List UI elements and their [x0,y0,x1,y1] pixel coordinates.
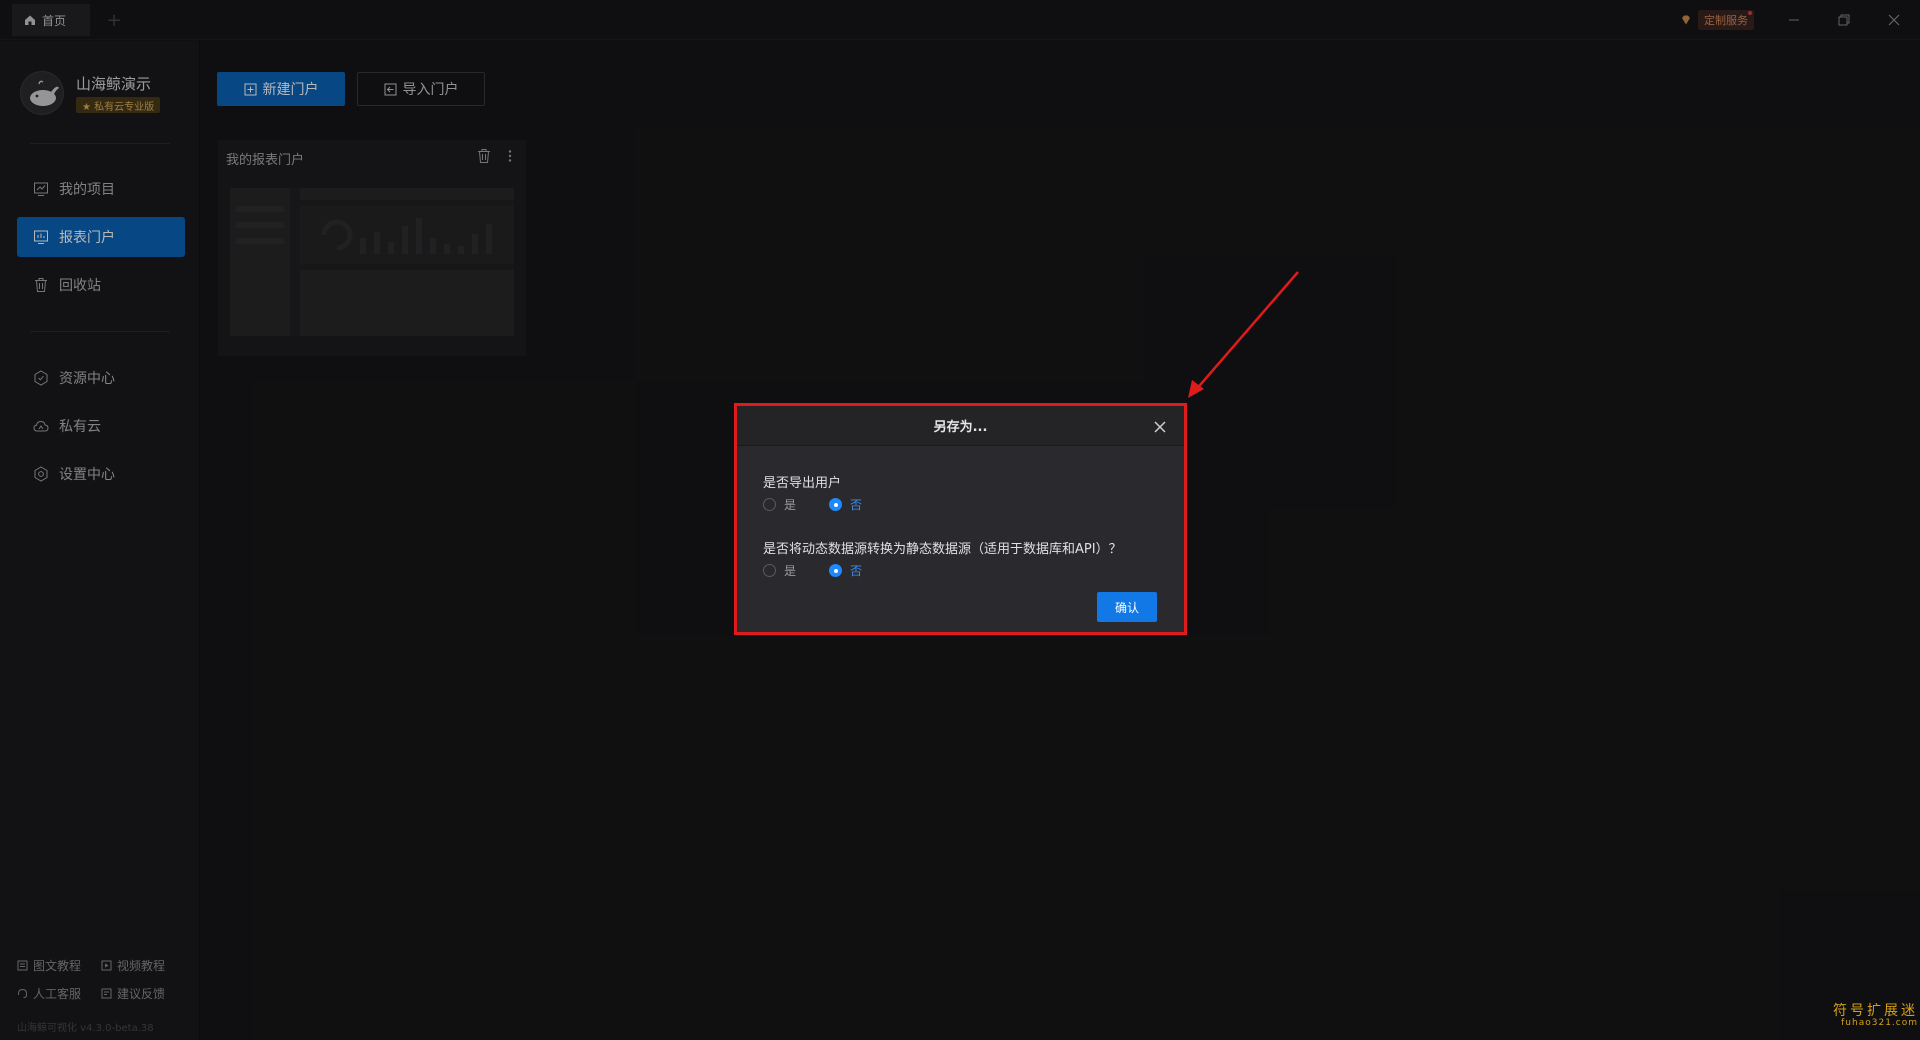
radio-label: 是 [784,564,797,578]
export-users-yes-radio[interactable]: 是 [763,496,796,513]
dialog-title: 另存为... [933,420,988,435]
radio-circle-checked [829,498,842,511]
radio-label: 否 [850,498,863,512]
export-users-question: 是否导出用户 [763,476,842,491]
convert-datasource-no-radio[interactable]: 否 [829,562,862,579]
radio-circle-checked [829,564,842,577]
radio-circle [763,564,776,577]
convert-datasource-question: 是否将动态数据源转换为静态数据源（适用于数据库和API）？ [763,542,1122,557]
radio-circle [763,498,776,511]
watermark: 符号扩展迷 fuhao321.com [1818,1000,1918,1028]
convert-datasource-yes-radio[interactable]: 是 [763,562,796,579]
dialog-header: 另存为... [737,406,1184,446]
annotation-arrow-icon [1188,271,1299,398]
close-icon[interactable] [1153,420,1167,434]
confirm-button[interactable]: 确认 [1097,592,1157,622]
export-users-no-radio[interactable]: 否 [829,496,862,513]
watermark-cn: 符号扩展迷 [1833,1003,1918,1019]
radio-label: 是 [784,498,797,512]
radio-label: 否 [850,564,863,578]
save-as-dialog: 另存为... 是否导出用户 是 否 是否将动态数据源转换为静态数据源（适用于数据… [737,406,1184,632]
